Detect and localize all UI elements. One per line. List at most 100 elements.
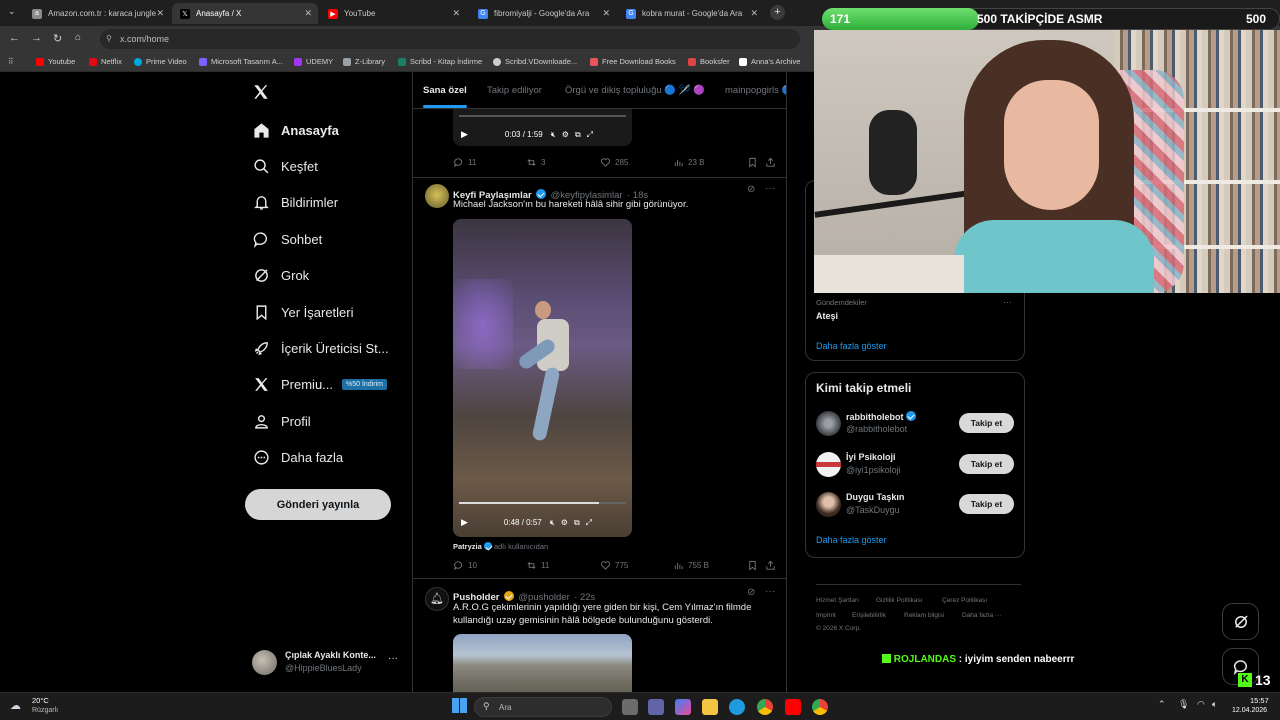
share-button[interactable] (765, 157, 776, 168)
like-button[interactable]: 775 (600, 560, 628, 571)
chrome-icon[interactable] (757, 699, 773, 715)
fullscreen-icon[interactable]: ⤢ (586, 518, 592, 528)
nav-item-grok[interactable]: Grok (252, 263, 309, 287)
volume-icon[interactable]: 🔈︎ (1212, 699, 1217, 710)
microphone-tray-icon[interactable]: 🎙︎ (1178, 699, 1189, 710)
play-icon[interactable]: ▶ (461, 129, 468, 140)
start-menu-icon[interactable] (452, 698, 467, 713)
like-button[interactable]: 285 (600, 157, 628, 168)
show-more-link[interactable]: Daha fazla göster (816, 535, 887, 545)
copilot-icon[interactable] (675, 699, 691, 715)
follow-button[interactable]: Takip et (959, 413, 1014, 433)
avatar[interactable] (816, 452, 841, 477)
grok-floating-button[interactable] (1222, 603, 1259, 640)
follow-button[interactable]: Takip et (959, 494, 1014, 514)
bookmark-netflix[interactable]: Netflix (89, 57, 122, 66)
more-dots-icon[interactable]: ··· (765, 586, 775, 597)
reply-button[interactable]: 11 (453, 157, 476, 168)
new-tab-button[interactable]: + (770, 5, 785, 20)
tab-mainpopgirls[interactable]: mainpopgirls 🔵 (725, 85, 786, 96)
tweet[interactable]: Keyfi Paylaşımlar @keyfipylasimlar · 18s… (413, 178, 786, 578)
video-player[interactable]: ▶ 0:48 / 0:57 🔇︎ ⚙ ⧉ ⤢ (453, 219, 632, 537)
teams-icon[interactable] (648, 699, 664, 715)
suggested-user-name[interactable]: İyi Psikoloji (846, 452, 896, 462)
post-button[interactable]: Gönderi yayınla (245, 489, 391, 520)
tab-following[interactable]: Takip ediliyor (487, 85, 542, 96)
bookmark-scribd[interactable]: Scribd - Kitap İndirme (398, 57, 482, 66)
chrome-profile-icon[interactable] (812, 699, 828, 715)
wifi-icon[interactable]: ◠ (1197, 699, 1205, 710)
footer-link-imprint[interactable]: Imprint (816, 612, 836, 619)
bookmark-zlibrary[interactable]: Z-Library (343, 57, 385, 66)
browser-tab-youtube[interactable]: ▶ YouTube ✕ (320, 3, 466, 24)
reload-icon[interactable]: ↻ (53, 32, 62, 45)
nav-item-bookmarks[interactable]: Yer İşaretleri (252, 300, 354, 324)
repost-button[interactable]: 3 (526, 157, 545, 168)
views-button[interactable]: 23 B (673, 157, 704, 168)
grok-icon[interactable]: ⊘ (747, 184, 755, 195)
bookmark-booksfer[interactable]: Booksfer (688, 57, 730, 66)
footer-link-ads-info[interactable]: Reklam bilgisi (904, 612, 944, 619)
show-more-link[interactable]: Daha fazla göster (816, 341, 887, 351)
close-icon[interactable]: ✕ (602, 8, 610, 19)
video-progress-track[interactable] (459, 115, 626, 117)
browser-tab-amazon[interactable]: a Amazon.com.tr : karaca jungle ✕ (24, 3, 170, 24)
bookmark-prime-video[interactable]: Prime Video (134, 57, 187, 66)
tray-chevron-icon[interactable]: ⌃ (1158, 699, 1166, 710)
tweet[interactable]: 🔔︎ Pusholder @pusholder · 22s ⊘ ··· A.R.… (413, 579, 786, 692)
avatar[interactable] (816, 492, 841, 517)
browser-tab-google-fibromiyalji[interactable]: G fibromiyalji - Google'da Ara ✕ (470, 3, 616, 24)
suggested-user-name[interactable]: Duygu Taşkın (846, 492, 904, 502)
footer-link-privacy[interactable]: Gizlilik Politikası (876, 597, 923, 604)
home-browser-icon[interactable]: ⌂ (75, 32, 81, 43)
site-info-icon[interactable]: ⚲ (106, 34, 112, 43)
footer-link-accessibility[interactable]: Erişilebilirlik (852, 612, 886, 619)
footer-link-terms[interactable]: Hizmet Şartları (816, 597, 859, 604)
tab-actions-icon[interactable]: ⌄ (8, 6, 16, 17)
bookmark-scribd-downloader[interactable]: Scribd.VDownloade... (493, 57, 577, 66)
credit-user[interactable]: Patryzia (453, 542, 482, 551)
bookmark-tweet-button[interactable] (747, 157, 758, 168)
reply-button[interactable]: 10 (453, 560, 477, 571)
nav-item-notifications[interactable]: Bildirimler (252, 190, 338, 214)
x-logo[interactable] (252, 83, 272, 103)
footer-link-more[interactable]: Daha fazla ··· (962, 612, 1001, 619)
share-button[interactable] (765, 560, 776, 571)
account-switcher[interactable]: Çıplak Ayaklı Konte... @HippieBluesLady … (252, 647, 402, 677)
footer-link-cookies[interactable]: Çerez Politikası (942, 597, 987, 604)
taskbar-search-input[interactable]: ⚲ Ara (474, 697, 612, 717)
clock-time[interactable]: 15:57 (1250, 696, 1269, 705)
bookmark-microsoft-designer[interactable]: Microsoft Tasarım A... (199, 57, 283, 66)
settings-icon[interactable]: ⚙ (562, 130, 569, 139)
trend-title[interactable]: Ateşi (816, 311, 838, 321)
browser-tab-x[interactable]: 𝕏 Anasayfa / X ✕ (172, 3, 318, 24)
close-icon[interactable]: ✕ (156, 8, 164, 19)
forward-icon[interactable]: → (31, 32, 42, 44)
fullscreen-icon[interactable]: ⤢ (587, 130, 593, 140)
grok-icon[interactable]: ⊘ (747, 587, 755, 598)
clock-date[interactable]: 12.04.2026 (1232, 707, 1267, 714)
pip-icon[interactable]: ⧉ (575, 130, 581, 140)
nav-item-profile[interactable]: Profil (252, 409, 311, 433)
close-icon[interactable]: ✕ (750, 8, 758, 19)
task-view-icon[interactable] (622, 699, 638, 715)
url-input[interactable]: ⚲ x.com/home (100, 29, 800, 49)
nav-item-home[interactable]: Anasayfa (252, 118, 339, 142)
tab-for-you[interactable]: Sana özel (423, 85, 467, 96)
bookmark-youtube[interactable]: Youtube (36, 57, 75, 66)
nav-item-creator-studio[interactable]: İçerik Üreticisi St... (252, 336, 389, 360)
bookmark-annas-archive[interactable]: Anna's Archive (739, 57, 800, 66)
more-dots-icon[interactable]: ··· (765, 183, 775, 194)
youtube-app-icon[interactable] (785, 699, 801, 715)
close-icon[interactable]: ✕ (452, 8, 460, 19)
bookmark-tweet-button[interactable] (747, 560, 758, 571)
nav-item-premium[interactable]: Premiu... (252, 372, 333, 396)
follow-button[interactable]: Takip et (959, 454, 1014, 474)
settings-icon[interactable]: ⚙ (561, 518, 568, 527)
apps-grid-icon[interactable]: ⠿ (8, 57, 14, 66)
weather-temp[interactable]: 20°C (32, 696, 49, 705)
tab-knitting-community[interactable]: Örgü ve dikiş topluluğu 🔵 🪡 🟣 (565, 85, 705, 96)
nav-item-more[interactable]: Daha fazla (252, 445, 343, 469)
close-icon[interactable]: ✕ (304, 8, 312, 19)
bookmark-free-download-books[interactable]: Free Download Books (590, 57, 676, 66)
